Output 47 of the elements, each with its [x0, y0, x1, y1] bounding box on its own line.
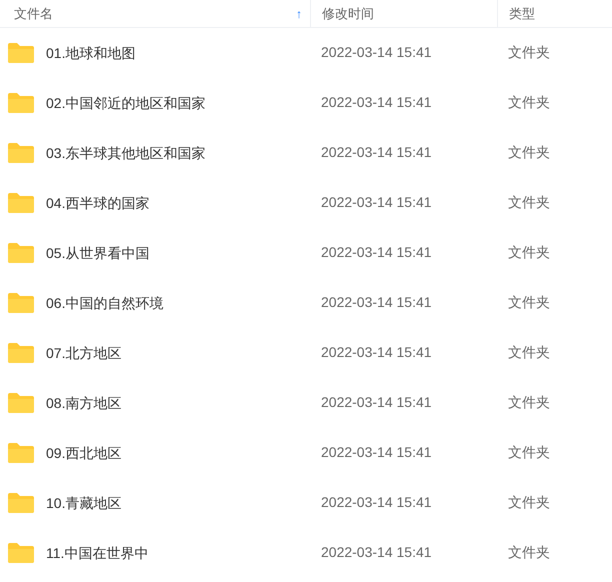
- modified-time: 2022-03-14 15:41: [321, 444, 432, 460]
- folder-icon: [8, 143, 34, 163]
- folder-icon: [8, 393, 34, 413]
- file-type: 文件夹: [508, 244, 550, 260]
- folder-icon: [8, 543, 34, 563]
- file-type: 文件夹: [508, 344, 550, 360]
- folder-icon: [8, 243, 34, 263]
- folder-icon: [8, 493, 34, 513]
- modified-time: 2022-03-14 15:41: [321, 294, 432, 310]
- column-header[interactable]: 类型: [509, 4, 535, 24]
- folder-icon: [8, 93, 34, 113]
- file-name[interactable]: 06.中国的自然环境: [46, 292, 164, 314]
- modified-time: 2022-03-14 15:41: [321, 544, 432, 560]
- folder-icon: [8, 443, 34, 463]
- file-name[interactable]: 07.北方地区: [46, 342, 122, 364]
- folder-icon: [8, 43, 34, 63]
- folder-icon: [8, 343, 34, 363]
- modified-time: 2022-03-14 15:41: [321, 194, 432, 210]
- file-type: 文件夹: [508, 194, 550, 210]
- column-header[interactable]: 修改时间: [322, 4, 374, 24]
- modified-time: 2022-03-14 15:41: [321, 44, 432, 60]
- modified-time: 2022-03-14 15:41: [321, 394, 432, 410]
- file-name[interactable]: 02.中国邻近的地区和国家: [46, 92, 206, 114]
- modified-time: 2022-03-14 15:41: [321, 244, 432, 260]
- file-name[interactable]: 09.西北地区: [46, 442, 122, 464]
- file-type: 文件夹: [508, 494, 550, 510]
- file-name[interactable]: 01.地球和地图: [46, 42, 136, 64]
- file-name[interactable]: 10.青藏地区: [46, 492, 122, 514]
- file-type: 文件夹: [508, 144, 550, 160]
- folder-icon: [8, 193, 34, 213]
- file-type: 文件夹: [508, 544, 550, 560]
- modified-time: 2022-03-14 15:41: [321, 494, 432, 510]
- file-name[interactable]: 04.西半球的国家: [46, 192, 150, 214]
- file-type: 文件夹: [508, 444, 550, 460]
- file-name[interactable]: 05.从世界看中国: [46, 242, 150, 264]
- file-name[interactable]: 08.南方地区: [46, 392, 122, 414]
- modified-time: 2022-03-14 15:41: [321, 144, 432, 160]
- modified-time: 2022-03-14 15:41: [321, 344, 432, 360]
- column-header[interactable]: 文件名: [14, 4, 53, 24]
- file-type: 文件夹: [508, 294, 550, 310]
- file-name[interactable]: 03.东半球其他地区和国家: [46, 142, 206, 164]
- file-name[interactable]: 11.中国在世界中: [46, 542, 148, 564]
- file-type: 文件夹: [508, 94, 550, 110]
- file-type: 文件夹: [508, 44, 550, 60]
- file-type: 文件夹: [508, 394, 550, 410]
- modified-time: 2022-03-14 15:41: [321, 94, 432, 110]
- folder-icon: [8, 293, 34, 313]
